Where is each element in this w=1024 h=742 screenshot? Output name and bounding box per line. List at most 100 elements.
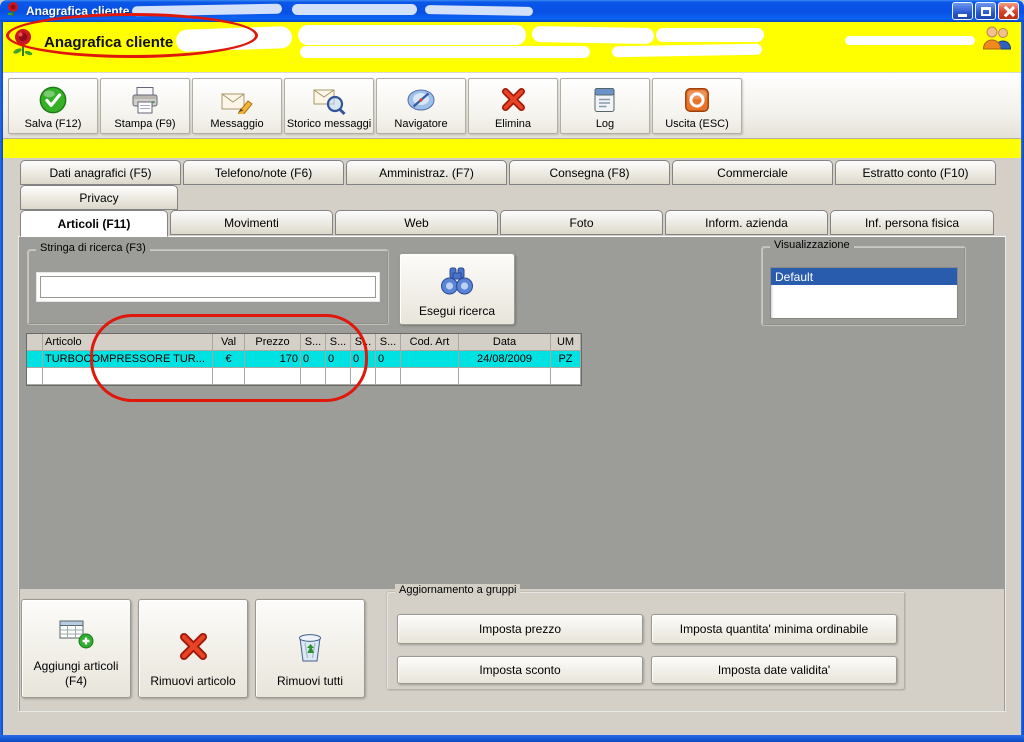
toolbar-button-elimina[interactable]: Elimina <box>468 77 558 134</box>
tab-row-2: Privacy <box>20 185 180 210</box>
toolbar-button-label: Messaggio <box>210 117 264 130</box>
binoculars-icon <box>439 266 475 299</box>
table-row-empty[interactable] <box>27 368 581 385</box>
column-header-cod-art[interactable]: Cod. Art <box>401 334 459 351</box>
toolbar-button-messaggio[interactable]: Messaggio <box>192 77 282 134</box>
set-discount-button[interactable]: Imposta sconto <box>397 656 643 684</box>
tab-dati-anagrafici[interactable]: Dati anagrafici (F5) <box>20 160 181 185</box>
tab-amministraz[interactable]: Amministraz. (F7) <box>346 160 507 185</box>
table-row-selected[interactable]: TURBOCOMPRESSORE TUR... € 170 0 0 0 0 24… <box>27 351 581 368</box>
search-input[interactable] <box>40 276 376 298</box>
toolbar-button-label: Stampa (F9) <box>114 117 176 130</box>
maximize-button[interactable] <box>975 2 996 20</box>
window-icon <box>5 1 21 22</box>
cell-s2: 0 <box>326 351 351 368</box>
button-label: Imposta prezzo <box>478 622 562 636</box>
column-header-selector[interactable] <box>27 334 43 351</box>
maximize-icon <box>980 6 991 16</box>
cell-value: 0 <box>378 353 385 365</box>
tab-row-1: Dati anagrafici (F5) Telefono/note (F6) … <box>20 160 998 185</box>
visualization-group-label: Visualizzazione <box>770 239 854 251</box>
redaction-scribble <box>424 5 534 16</box>
toolbar-button-log[interactable]: Log <box>560 77 650 134</box>
tab-inform-azienda[interactable]: Inform. azienda <box>665 210 828 235</box>
execute-search-button[interactable]: Esegui ricerca <box>399 253 515 325</box>
set-validity-dates-button[interactable]: Imposta date validita' <box>651 656 897 684</box>
toolbar: Salva (F12) Stampa (F9) Messaggio Storic… <box>3 72 1021 139</box>
titlebar: Anagrafica cliente <box>0 0 1024 22</box>
tab-foto[interactable]: Foto <box>500 210 663 235</box>
button-label: Imposta sconto <box>479 663 561 677</box>
tab-privacy[interactable]: Privacy <box>20 185 178 210</box>
remove-all-button[interactable]: Rimuovi tutti <box>255 599 365 698</box>
redaction-scribble <box>531 25 655 45</box>
toolbar-button-label: Navigatore <box>394 117 448 130</box>
column-header-s3[interactable]: S... <box>351 334 376 351</box>
add-articles-button[interactable]: Aggiungi articoli (F4) <box>21 599 131 698</box>
tab-label: Consegna (F8) <box>549 165 630 180</box>
toolbar-button-uscita[interactable]: Uscita (ESC) <box>652 77 742 134</box>
minimize-button[interactable] <box>952 2 973 20</box>
column-header-s2[interactable]: S... <box>326 334 351 351</box>
cell-articolo: TURBOCOMPRESSORE TUR... <box>43 351 213 368</box>
users-icon[interactable] <box>982 25 1012 56</box>
toolbar-button-storico-messaggi[interactable]: Storico messaggi <box>284 77 374 134</box>
column-header-label: Data <box>492 336 517 348</box>
tab-consegna[interactable]: Consegna (F8) <box>509 160 670 185</box>
tab-telefono-note[interactable]: Telefono/note (F6) <box>183 160 344 185</box>
window-frame-bottom <box>0 735 1024 742</box>
cell-value: 0 <box>328 353 335 365</box>
tab-commerciale[interactable]: Commerciale <box>672 160 833 185</box>
mail-history-icon <box>312 84 346 117</box>
cell-value: 0 <box>303 353 310 365</box>
column-header-data[interactable]: Data <box>459 334 551 351</box>
close-icon <box>1003 5 1015 17</box>
printer-icon <box>129 84 161 117</box>
window-controls <box>952 2 1019 20</box>
close-button[interactable] <box>998 2 1019 20</box>
exit-icon <box>682 84 712 117</box>
toolbar-button-salva[interactable]: Salva (F12) <box>8 77 98 134</box>
column-header-val[interactable]: Val <box>213 334 245 351</box>
toolbar-button-label: Elimina <box>494 117 532 130</box>
cell-empty <box>401 368 459 385</box>
tab-estratto-conto[interactable]: Estratto conto (F10) <box>835 160 996 185</box>
redaction-scribble <box>845 36 975 45</box>
execute-search-label: Esegui ricerca <box>418 304 496 318</box>
cell-empty <box>376 368 401 385</box>
tab-label: Telefono/note (F6) <box>214 165 313 180</box>
visualization-listbox: Default <box>770 267 958 319</box>
set-min-orderable-qty-button[interactable]: Imposta quantita' minima ordinabile <box>651 614 897 644</box>
search-group-label: Stringa di ricerca (F3) <box>36 242 150 254</box>
column-header-label: S... <box>379 336 397 348</box>
tab-web[interactable]: Web <box>335 210 498 235</box>
column-header-articolo[interactable]: Articolo <box>43 334 213 351</box>
column-header-s1[interactable]: S... <box>301 334 326 351</box>
toolbar-button-navigatore[interactable]: Navigatore <box>376 77 466 134</box>
column-header-label: UM <box>556 336 575 348</box>
column-header-label: S... <box>304 336 322 348</box>
set-price-button[interactable]: Imposta prezzo <box>397 614 643 644</box>
remove-x-icon <box>176 630 210 668</box>
column-header-um[interactable]: UM <box>551 334 581 351</box>
tab-inf-persona-fisica[interactable]: Inf. persona fisica <box>830 210 994 235</box>
button-label: Imposta date validita' <box>717 663 831 677</box>
remove-all-label: Rimuovi tutti <box>276 674 344 688</box>
redaction-scribble <box>292 4 417 15</box>
tab-movimenti[interactable]: Movimenti <box>170 210 333 235</box>
toolbar-button-stampa[interactable]: Stampa (F9) <box>100 77 190 134</box>
column-header-label: Prezzo <box>255 336 290 348</box>
window-title: Anagrafica cliente <box>26 4 130 18</box>
column-header-prezzo[interactable]: Prezzo <box>245 334 301 351</box>
tab-label: Movimenti <box>224 215 279 230</box>
column-header-s4[interactable]: S... <box>376 334 401 351</box>
redaction-scribble <box>131 3 283 17</box>
cell-selector <box>27 351 43 368</box>
tab-row-3: Articoli (F11) Movimenti Web Foto Inform… <box>20 210 996 237</box>
tab-articoli[interactable]: Articoli (F11) <box>20 210 168 237</box>
cell-value: TURBOCOMPRESSORE TUR... <box>45 353 205 365</box>
list-item-default[interactable]: Default <box>771 268 957 285</box>
remove-article-button[interactable]: Rimuovi articolo <box>138 599 248 698</box>
cell-val: € <box>213 351 245 368</box>
articoli-tab-page: Stringa di ricerca (F3) Esegui ricerca V… <box>18 236 1006 712</box>
